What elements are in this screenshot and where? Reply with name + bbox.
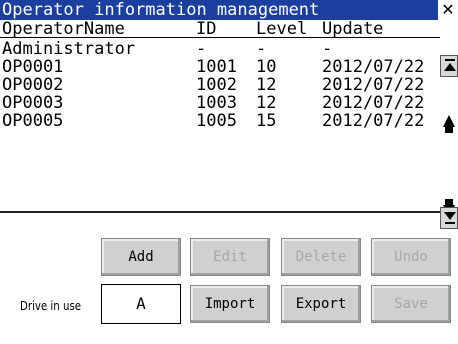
scroll-to-bottom-button[interactable] (440, 207, 458, 229)
page-up-icon[interactable] (443, 115, 455, 133)
table-row[interactable]: OP0003 1003 12 2012/07/22 (0, 94, 440, 112)
save-button[interactable]: Save (371, 285, 451, 323)
operator-name: OP0001 (2, 57, 64, 77)
edit-button[interactable]: Edit (190, 238, 270, 276)
export-button[interactable]: Export (281, 285, 361, 323)
window-title: Operator information management (2, 0, 320, 20)
operator-level: 10 (256, 57, 277, 77)
scroll-track[interactable] (440, 77, 458, 217)
column-header-update: Update (322, 19, 384, 39)
operator-id: - (196, 39, 207, 59)
operator-update: 2012/07/22 (322, 93, 425, 113)
drive-in-use-label: Drive in use (20, 299, 82, 313)
operator-name: Administrator (2, 39, 136, 59)
operator-level: 15 (256, 111, 277, 131)
table-header: OperatorName ID Level Update (0, 20, 440, 38)
operator-name: OP0003 (2, 93, 64, 113)
close-icon: ✕ (441, 0, 455, 19)
column-header-level: Level (256, 19, 308, 39)
operator-update: 2012/07/22 (322, 111, 425, 131)
operator-level: 12 (256, 75, 277, 95)
import-button[interactable]: Import (190, 285, 270, 323)
window-titlebar: Operator information management ✕ (0, 0, 458, 20)
scroll-to-top-button[interactable] (440, 55, 458, 77)
operator-level: 12 (256, 93, 277, 113)
add-button[interactable]: Add (101, 238, 181, 276)
operator-update: 2012/07/22 (322, 57, 425, 77)
column-header-id: ID (196, 19, 217, 39)
operator-id: 1005 (196, 111, 237, 131)
table-row[interactable]: Administrator - - - (0, 40, 440, 58)
drive-in-use-field[interactable]: A (101, 284, 181, 324)
operator-id: 1003 (196, 93, 237, 113)
operator-name: OP0005 (2, 111, 64, 131)
vertical-scrollbar[interactable] (440, 55, 458, 229)
scroll-to-top-icon (445, 59, 455, 61)
delete-button[interactable]: Delete (281, 238, 361, 276)
operator-name: OP0002 (2, 75, 64, 95)
table-row[interactable]: OP0002 1002 12 2012/07/22 (0, 76, 440, 94)
column-header-operator-name: OperatorName (2, 19, 125, 39)
operator-update: - (322, 39, 333, 59)
operator-id: 1002 (196, 75, 237, 95)
operator-level: - (256, 39, 267, 59)
table-row[interactable]: OP0005 1005 15 2012/07/22 (0, 112, 440, 130)
table-row[interactable]: OP0001 1001 10 2012/07/22 (0, 58, 440, 76)
operator-id: 1001 (196, 57, 237, 77)
operator-list: OperatorName ID Level Update Administrat… (0, 20, 458, 229)
scroll-to-bottom-icon (445, 222, 455, 224)
operator-update: 2012/07/22 (322, 75, 425, 95)
undo-button[interactable]: Undo (371, 238, 451, 276)
close-button[interactable]: ✕ (438, 0, 458, 20)
